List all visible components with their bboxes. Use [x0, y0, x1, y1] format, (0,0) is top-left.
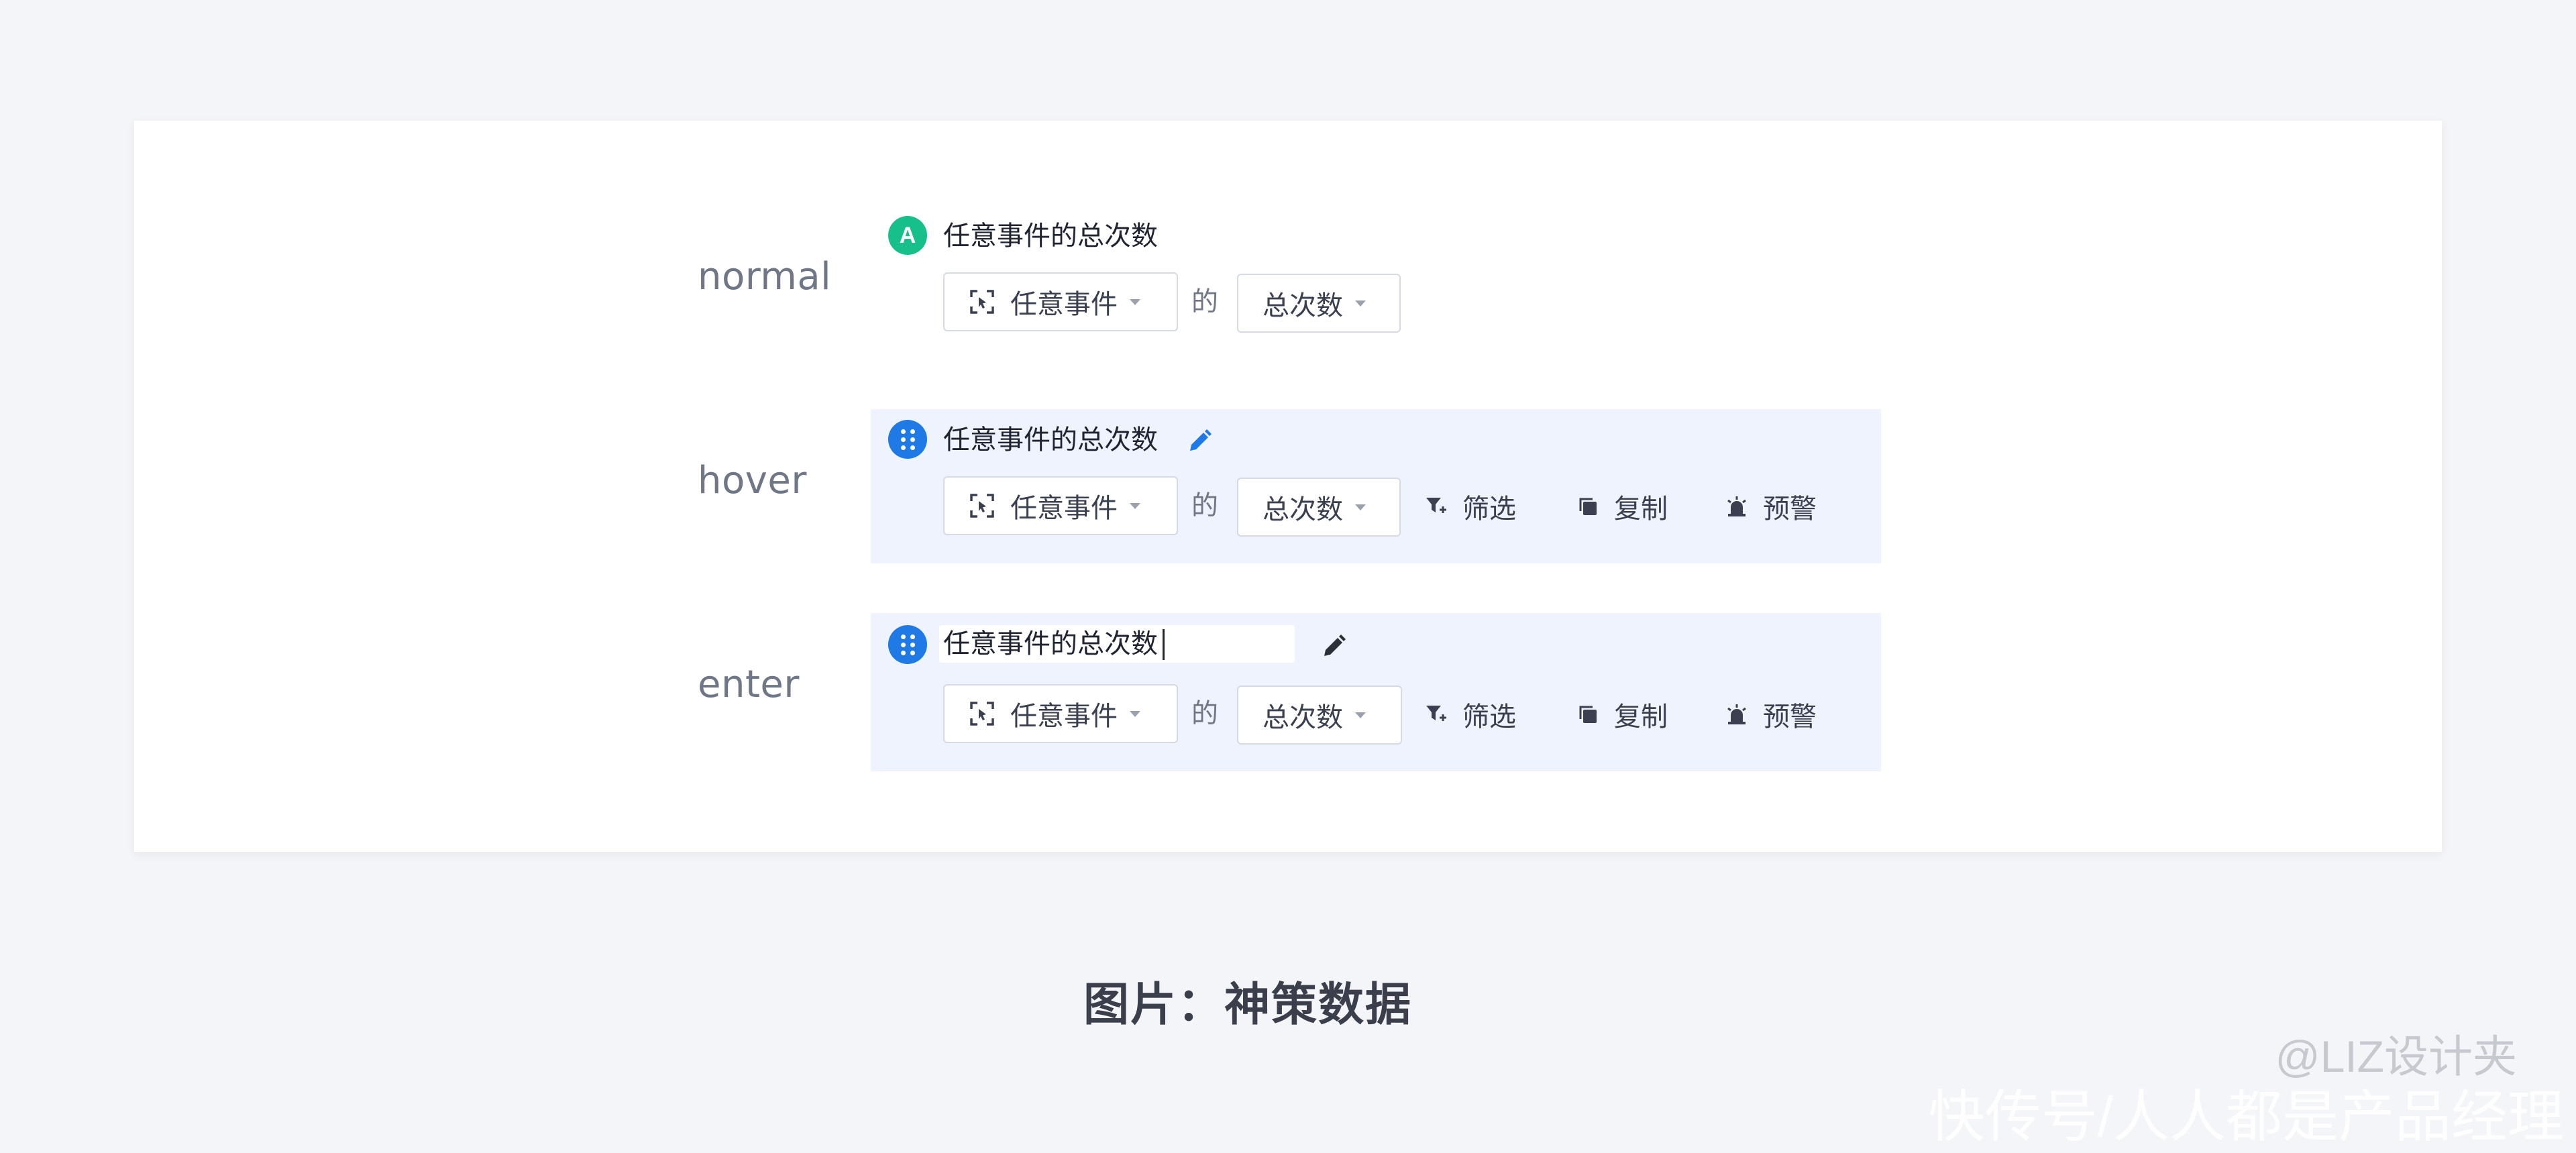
drag-handle[interactable]: [888, 420, 927, 459]
metric-badge-a: A: [888, 216, 927, 255]
filter-plus-icon: [1426, 706, 1446, 721]
image-caption: 图片：神策数据: [1083, 979, 1412, 1030]
alarm-icon: [1727, 704, 1746, 724]
scan-event-icon: [970, 290, 994, 314]
state-label-hover: hover: [698, 459, 807, 502]
caret-down-icon: [1130, 502, 1140, 509]
metric-title: 任意事件的总次数: [943, 221, 1158, 251]
measure-select[interactable]: 总次数: [1237, 274, 1401, 333]
caret-down-icon: [1130, 298, 1140, 305]
event-select[interactable]: 任意事件: [943, 272, 1178, 331]
scan-event-icon: [970, 702, 994, 726]
measure-select-value: 总次数: [1263, 495, 1343, 525]
alert-action[interactable]: 预警: [1725, 695, 1817, 734]
of-text: 的: [1191, 287, 1218, 317]
copy-icon: [1579, 498, 1597, 515]
measure-select[interactable]: 总次数: [1237, 685, 1402, 745]
caret-down-icon: [1355, 504, 1366, 510]
event-select-value: 任意事件: [1010, 290, 1118, 319]
pencil-icon[interactable]: [1186, 428, 1213, 455]
pencil-icon[interactable]: [1320, 633, 1347, 660]
of-text: 的: [1191, 491, 1218, 520]
state-label-normal: normal: [698, 255, 832, 298]
filter-action[interactable]: 筛选: [1425, 695, 1516, 734]
copy-action[interactable]: 复制: [1576, 487, 1668, 526]
states-card: normal A 任意事件的总次数 任意事件 的 总次数 hover 任意事件的…: [134, 121, 2442, 852]
caret-down-icon: [1355, 712, 1366, 718]
text-caret: [1163, 629, 1165, 660]
measure-select[interactable]: 总次数: [1237, 478, 1401, 537]
metric-name-input-value: 任意事件的总次数: [943, 629, 1158, 659]
event-select[interactable]: 任意事件: [943, 476, 1178, 535]
of-text: 的: [1191, 699, 1218, 728]
state-label-enter: enter: [698, 663, 800, 706]
caret-down-icon: [1355, 300, 1366, 307]
measure-select-value: 总次数: [1263, 703, 1343, 732]
alert-action[interactable]: 预警: [1725, 487, 1817, 526]
event-select[interactable]: 任意事件: [943, 684, 1178, 743]
alarm-icon: [1727, 496, 1746, 516]
drag-handle-icon: [900, 634, 915, 655]
event-select-value: 任意事件: [1010, 702, 1118, 731]
scan-event-icon: [970, 494, 994, 518]
event-select-value: 任意事件: [1010, 494, 1118, 523]
filter-plus-icon: [1426, 498, 1446, 513]
caret-down-icon: [1130, 710, 1140, 717]
filter-action[interactable]: 筛选: [1425, 487, 1516, 526]
drag-handle-icon: [900, 429, 915, 450]
measure-select-value: 总次数: [1263, 291, 1343, 321]
source-watermark: 快传号/人人都是产品经理: [1928, 1085, 2564, 1148]
drag-handle[interactable]: [888, 625, 927, 664]
copy-action[interactable]: 复制: [1576, 695, 1668, 734]
metric-title: 任意事件的总次数: [943, 425, 1158, 455]
copy-icon: [1579, 706, 1597, 723]
